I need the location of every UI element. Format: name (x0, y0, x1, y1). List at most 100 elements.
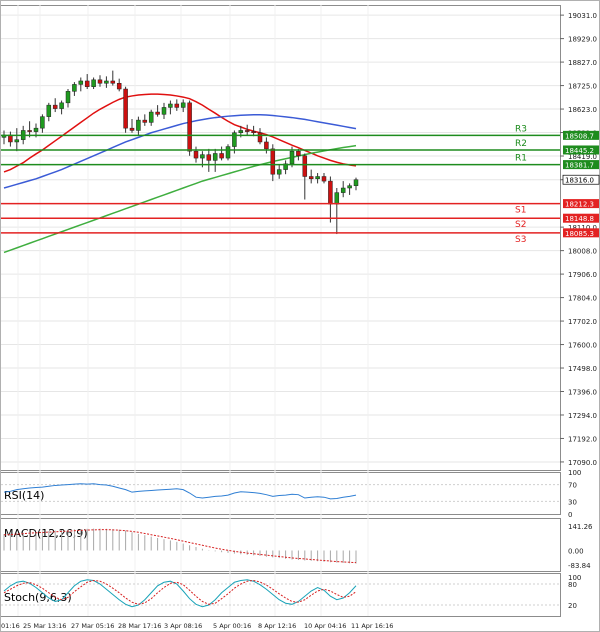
candle-body (244, 130, 250, 132)
candle-body (40, 116, 45, 129)
candle-body (353, 179, 359, 186)
price-tick-label: 18827.0 (568, 59, 597, 67)
candle-body (238, 130, 244, 134)
candle-body (46, 104, 52, 117)
rsi-tick-label: 70 (568, 482, 577, 490)
candle-body (72, 84, 77, 92)
stoch-tick-label: 20 (568, 602, 577, 610)
candle-body (225, 146, 231, 159)
price-tick-label: 17600.0 (568, 342, 597, 350)
price-tick-label: 18623.0 (568, 106, 597, 114)
candle-body (334, 192, 340, 205)
time-tick-label: 8 Apr 12:16 (258, 622, 296, 630)
time-tick-label: 11 Apr 16:16 (351, 622, 393, 630)
level-price-label: 18085.3 (565, 230, 594, 238)
candle-body (27, 130, 32, 132)
level-price-label: 18148.8 (565, 215, 594, 223)
candle-body (14, 139, 20, 143)
candle-body (33, 127, 39, 132)
candle-body (161, 107, 167, 115)
time-tick-label: 25 Mar 13:16 (23, 622, 66, 630)
candle-body (321, 176, 327, 182)
candlestick-chart: 19031.018929.018827.018725.018623.018521… (0, 0, 600, 632)
price-tick-label: 17804.0 (568, 295, 597, 303)
candle-body (142, 119, 148, 123)
outer-frame (0, 0, 600, 632)
candle-body (264, 141, 269, 150)
candle-body (270, 148, 276, 175)
price-tick-label: 17192.0 (568, 435, 597, 443)
level-price-label: 18508.7 (565, 132, 594, 140)
price-tick-label: 18725.0 (568, 83, 597, 91)
macd-tick-label: 141.26 (568, 523, 593, 531)
macd-tick-label: -83.84 (568, 562, 591, 570)
candle-body (78, 80, 84, 85)
candle-body (200, 154, 205, 159)
candle-body (347, 185, 352, 189)
price-tick-label: 17702.0 (568, 318, 597, 326)
candle-body (129, 127, 135, 131)
candle-body (289, 150, 295, 165)
time-tick-label: 27 Mar 05:16 (71, 622, 114, 630)
level-name-r2: R2 (515, 139, 527, 149)
time-tick-label: 5 Apr 00:16 (213, 622, 251, 630)
time-tick-label: 3 Apr 08:16 (164, 622, 202, 630)
price-tick-label: 17498.0 (568, 365, 597, 373)
candle-body (257, 132, 263, 143)
candle-body (52, 104, 58, 109)
candle-body (91, 79, 96, 87)
price-tick-label: 18008.0 (568, 248, 597, 256)
level-name-r3: R3 (515, 124, 527, 134)
candle-body (315, 176, 320, 180)
candle-body (148, 111, 154, 123)
price-tick-label: 19031.0 (568, 12, 597, 20)
candle-body (104, 80, 109, 84)
panel-frame-1 (0, 472, 561, 515)
candle-body (296, 150, 301, 157)
stoch-tick-label: 80 (568, 581, 577, 589)
stoch-label: Stoch(9,6,3) (4, 591, 72, 604)
candle-body (174, 103, 180, 108)
price-tick-label: 17906.0 (568, 271, 597, 279)
level-price-label: 18212.3 (565, 201, 594, 209)
candle-body (155, 111, 160, 115)
candle-body (97, 79, 103, 84)
candle-body (187, 102, 192, 152)
candle-body (59, 102, 64, 109)
price-tick-label: 18929.0 (568, 36, 597, 44)
candle-body (168, 103, 173, 108)
level-name-s2: S2 (515, 220, 526, 230)
candle-body (180, 102, 186, 108)
rsi-tick-label: 0 (568, 511, 572, 519)
candle-body (276, 169, 282, 175)
candle-body (340, 187, 346, 193)
level-price-label: 18381.7 (565, 162, 594, 170)
current-price-label: 18316.0 (565, 177, 594, 185)
rsi-line (3, 483, 357, 500)
candle-body (328, 180, 333, 205)
level-name-s1: S1 (515, 206, 526, 216)
candle-body (206, 154, 212, 161)
price-tick-label: 17294.0 (568, 412, 597, 420)
candle-body (308, 176, 314, 180)
candle-body (110, 80, 116, 84)
time-tick-label: 01:16 (1, 622, 20, 630)
time-tick-label: 10 Apr 04:16 (304, 622, 346, 630)
candle-body (219, 153, 224, 159)
candle-body (136, 119, 141, 131)
rsi-tick-label: 100 (568, 469, 581, 477)
candle-body (65, 91, 71, 104)
macd-tick-label: 0.00 (568, 547, 584, 555)
candle-body (123, 88, 128, 129)
time-tick-label: 28 Mar 17:16 (118, 622, 161, 630)
candle-body (212, 153, 218, 161)
candle-body (193, 150, 199, 159)
rsi-tick-label: 30 (568, 498, 577, 506)
price-tick-label: 17396.0 (568, 389, 597, 397)
candle-body (116, 83, 122, 90)
moving-average-line-1 (3, 114, 357, 189)
price-tick-label: 17090.0 (568, 459, 597, 467)
panel-frame-0 (0, 5, 561, 471)
candle-body (251, 131, 256, 134)
candle-body (84, 80, 90, 87)
